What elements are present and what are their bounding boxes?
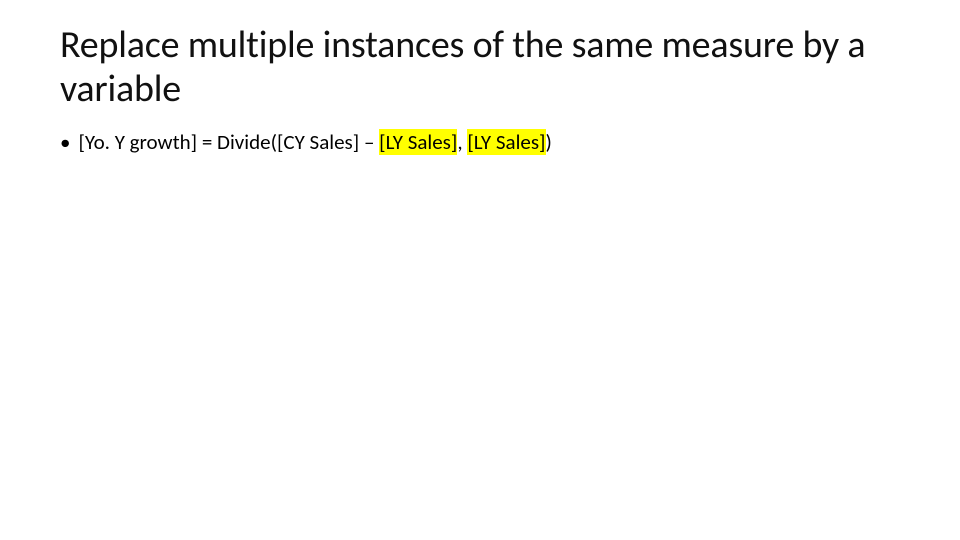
formula-text: [Yo. Y growth] = Divide([CY Sales] – [LY… — [78, 129, 551, 156]
bullet-dot-icon: • — [60, 129, 70, 156]
bullet-item: • [Yo. Y growth] = Divide([CY Sales] – [… — [60, 129, 900, 156]
formula-suffix: ) — [546, 129, 552, 155]
formula-mid: , — [457, 129, 467, 155]
slide-body: • [Yo. Y growth] = Divide([CY Sales] – [… — [60, 129, 900, 156]
slide: Replace multiple instances of the same m… — [0, 0, 960, 157]
highlight-ly-sales-2: [LY Sales] — [467, 129, 545, 155]
formula-prefix: [Yo. Y growth] = Divide([CY Sales] – — [78, 129, 379, 155]
slide-title: Replace multiple instances of the same m… — [60, 24, 900, 111]
highlight-ly-sales-1: [LY Sales] — [379, 129, 457, 155]
